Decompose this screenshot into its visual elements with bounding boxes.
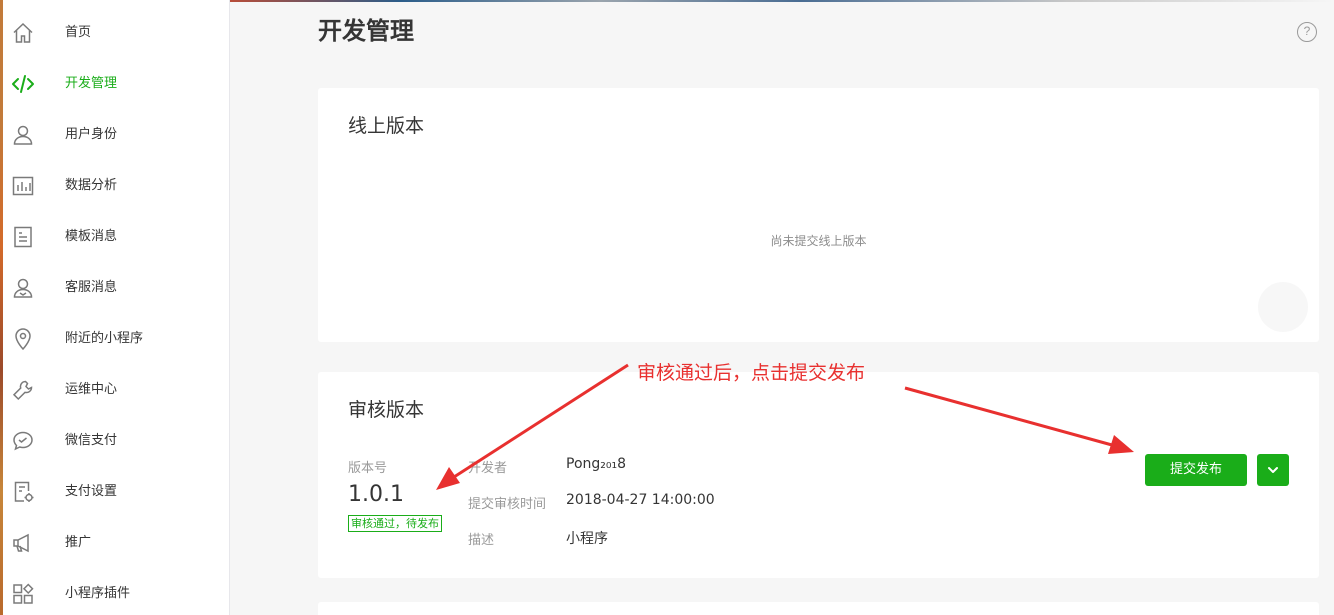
sidebar-item-label: 数据分析 [65,178,118,193]
sidebar-item-label: 附近的小程序 [65,331,144,346]
sidebar-item-dev-management[interactable]: 开发管理 [0,64,230,104]
next-card [318,602,1319,615]
sidebar-item-payment-settings[interactable]: 支付设置 [0,472,230,512]
sidebar-item-template-message[interactable]: 模板消息 [0,217,230,257]
payment-settings-icon [11,480,35,504]
wechat-pay-icon [11,429,35,453]
review-version-card: 审核版本 版本号 1.0.1 审核通过，待发布 开发者 Pong₂₀₁8 提交审… [318,372,1319,578]
sidebar-item-plugins[interactable]: 小程序插件 [0,574,230,614]
location-pin-icon [11,327,35,351]
sidebar-item-data-analysis[interactable]: 数据分析 [0,166,230,206]
version-label: 版本号 [348,461,388,476]
online-version-title: 线上版本 [348,115,425,137]
floating-circle [1258,282,1308,332]
online-version-empty-text: 尚未提交线上版本 [770,234,867,248]
sidebar-item-label: 客服消息 [65,280,118,295]
submit-time-label: 提交审核时间 [468,497,547,512]
version-number: 1.0.1 [348,482,404,507]
description-value: 小程序 [566,531,608,547]
sidebar-item-label: 首页 [65,25,92,40]
sidebar: 首页 开发管理 用户身份 数据分析 模板消息 客服消息 附近的小程序 运维中心 … [0,0,230,615]
user-icon [11,123,35,147]
online-version-card: 线上版本 尚未提交线上版本 [318,88,1319,342]
page-title: 开发管理 [318,17,414,45]
sidebar-item-label: 微信支付 [65,433,118,448]
help-icon[interactable]: ? [1297,22,1317,42]
bar-chart-icon [11,174,35,198]
home-icon [11,21,35,45]
status-badge: 审核通过，待发布 [348,515,442,532]
sidebar-item-home[interactable]: 首页 [0,13,230,53]
code-icon [11,72,35,96]
sidebar-item-label: 推广 [65,535,92,550]
sidebar-item-user-identity[interactable]: 用户身份 [0,115,230,155]
megaphone-icon [11,531,35,555]
sidebar-item-label: 支付设置 [65,484,118,499]
sidebar-item-wechat-pay[interactable]: 微信支付 [0,421,230,461]
submit-release-button[interactable]: 提交发布 [1145,454,1247,486]
submit-time-value: 2018-04-27 14:00:00 [566,492,715,508]
description-label: 描述 [468,533,495,548]
customer-service-icon [11,276,35,300]
sidebar-item-customer-service[interactable]: 客服消息 [0,268,230,308]
sidebar-item-nearby-miniprogram[interactable]: 附近的小程序 [0,319,230,359]
wrench-icon [11,378,35,402]
release-dropdown-button[interactable] [1257,454,1289,486]
sidebar-item-label: 开发管理 [65,76,118,91]
sidebar-item-label: 模板消息 [65,229,118,244]
sidebar-item-label: 用户身份 [65,127,118,142]
plugin-icon [11,582,35,606]
sidebar-item-promotion[interactable]: 推广 [0,523,230,563]
review-version-title: 审核版本 [348,399,425,421]
annotation-text: 审核通过后，点击提交发布 [637,362,866,384]
developer-label: 开发者 [468,461,508,476]
sidebar-item-label: 小程序插件 [65,586,131,601]
document-icon [11,225,35,249]
chevron-down-icon [1268,467,1278,473]
sidebar-item-ops-center[interactable]: 运维中心 [0,370,230,410]
sidebar-item-label: 运维中心 [65,382,118,397]
developer-value: Pong₂₀₁8 [566,456,627,472]
